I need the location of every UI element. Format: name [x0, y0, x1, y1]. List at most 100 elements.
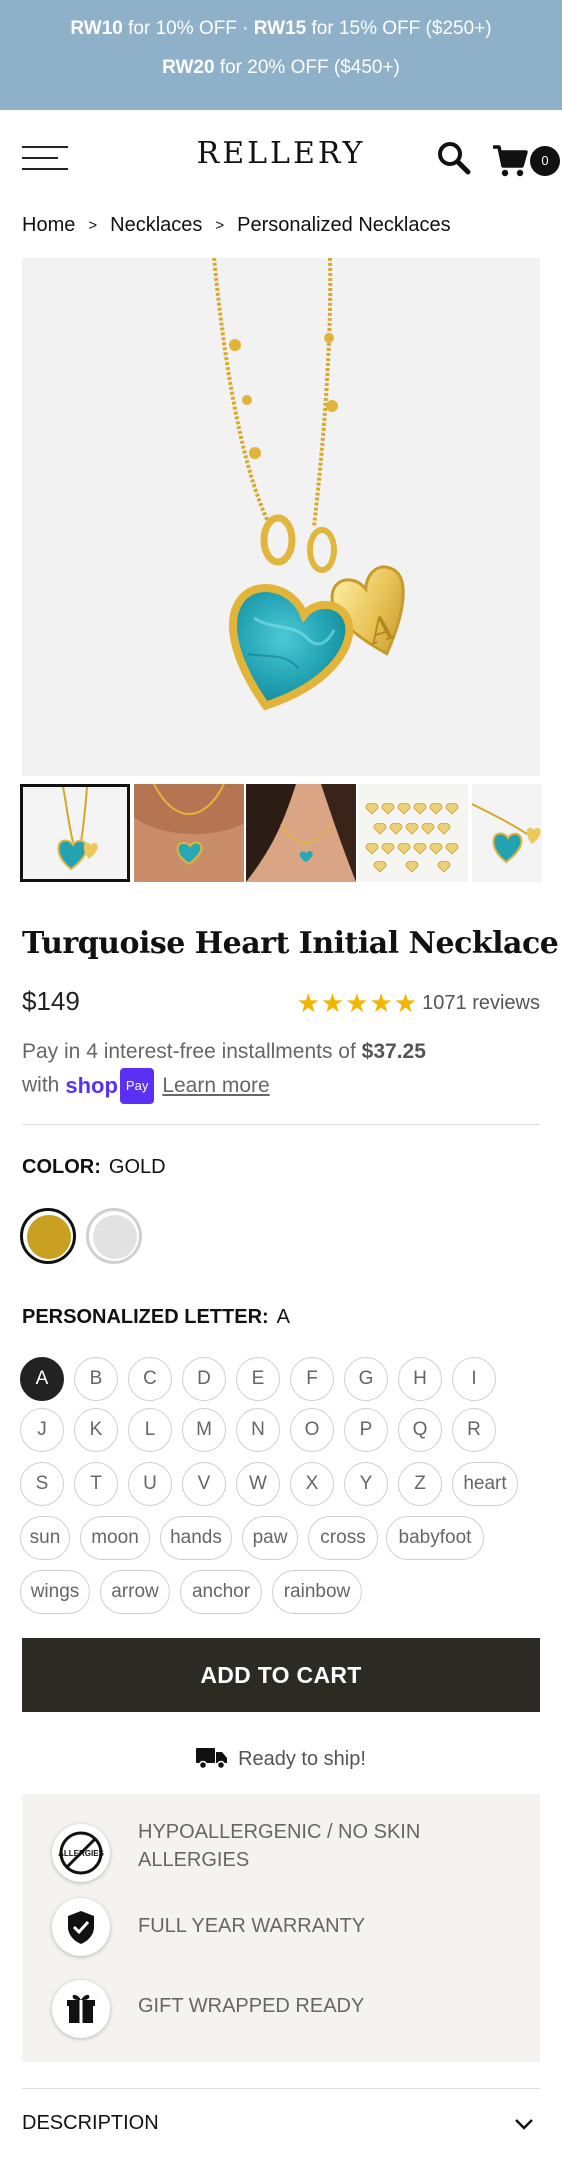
symbol-chip-moon[interactable]: moon [80, 1516, 150, 1560]
letter-chip-z[interactable]: Z [398, 1462, 442, 1506]
symbol-chip-wings[interactable]: wings [20, 1570, 90, 1614]
letter-chip-i[interactable]: I [452, 1357, 496, 1401]
shipping-status: Ready to ship! [0, 1746, 562, 1771]
promo-text: for 15% OFF ($250+) [306, 18, 492, 39]
rating-stars-icon: ★★★★★ [296, 988, 419, 1018]
letter-option-label: PERSONALIZED LETTER: A [22, 1306, 290, 1329]
feature-panel: ALLERGIES HYPOALLERGENIC / NO SKIN ALLERG… [22, 1794, 540, 2062]
shield-check-icon [52, 1898, 110, 1956]
letter-chip-j[interactable]: J [20, 1408, 64, 1452]
breadcrumb-separator: > [88, 217, 98, 234]
promo-code-rw15: RW15 [253, 18, 307, 39]
site-header: RELLERY 0 [0, 110, 562, 202]
letter-chip-d[interactable]: D [182, 1357, 226, 1401]
promo-text: for 20% OFF ($450+) [214, 57, 400, 78]
description-accordion[interactable]: DESCRIPTION [22, 2102, 540, 2146]
promo-line-1: RW10 for 10% OFF · RW15 for 15% OFF ($25… [0, 18, 562, 40]
review-count: 1071 reviews [422, 992, 540, 1014]
thumbnail-strip [20, 784, 542, 882]
color-label: COLOR: [22, 1156, 101, 1178]
breadcrumb-personalized-necklaces[interactable]: Personalized Necklaces [237, 214, 450, 236]
letter-chip-w[interactable]: W [236, 1462, 280, 1506]
letter-chip-n[interactable]: N [236, 1408, 280, 1452]
letter-chip-v[interactable]: V [182, 1462, 226, 1506]
description-label: DESCRIPTION [22, 2112, 159, 2134]
allergies-icon-text: ALLERGIES [58, 1849, 104, 1858]
promo-code-rw20: RW20 [162, 57, 215, 78]
breadcrumb: Home > Necklaces > Personalized Necklaces [22, 214, 451, 237]
letter-chip-h[interactable]: H [398, 1357, 442, 1401]
symbol-chip-babyfoot[interactable]: babyfoot [386, 1516, 484, 1560]
symbol-chip-anchor[interactable]: anchor [180, 1570, 262, 1614]
swatch-silver[interactable] [86, 1208, 142, 1264]
letter-chip-l[interactable]: L [128, 1408, 172, 1452]
symbol-chip-sun[interactable]: sun [20, 1516, 70, 1560]
letter-chip-o[interactable]: O [290, 1408, 334, 1452]
feature-gift-wrapped: GIFT WRAPPED READY [138, 1995, 365, 2017]
feature-hypoallergenic: HYPOALLERGENIC / NO SKIN ALLERGIES [138, 1821, 421, 1871]
letter-chip-y[interactable]: Y [344, 1462, 388, 1506]
letter-chip-f[interactable]: F [290, 1357, 334, 1401]
letter-chip-a[interactable]: A [20, 1357, 64, 1401]
promo-text: for 10% OFF · [122, 18, 254, 39]
letter-chip-t[interactable]: T [74, 1462, 118, 1506]
gift-icon [52, 1980, 110, 2038]
divider [22, 1124, 540, 1125]
symbol-chip-hands[interactable]: hands [160, 1516, 232, 1560]
swatch-gold[interactable] [20, 1208, 76, 1264]
search-icon[interactable] [436, 140, 472, 176]
breadcrumb-necklaces[interactable]: Necklaces [110, 214, 202, 236]
product-main-image[interactable]: A [22, 258, 540, 776]
shop-pay-logo: shop Pay [65, 1068, 155, 1104]
product-price: $149 [22, 986, 80, 1016]
feature-warranty: FULL YEAR WARRANTY [138, 1915, 366, 1937]
breadcrumb-separator: > [215, 217, 225, 234]
symbol-chip-paw[interactable]: paw [242, 1516, 298, 1560]
promo-line-2: RW20 for 20% OFF ($450+) [0, 57, 562, 79]
cart-count-badge: 0 [530, 146, 560, 176]
truck-icon [196, 1748, 228, 1770]
color-selected-value: GOLD [108, 1156, 166, 1178]
symbol-chip-arrow[interactable]: arrow [100, 1570, 170, 1614]
cart-icon[interactable] [492, 144, 528, 178]
letter-chip-c[interactable]: C [128, 1357, 172, 1401]
letter-chip-e[interactable]: E [236, 1357, 280, 1401]
thumbnail-charm-grid[interactable] [358, 784, 468, 882]
allergies-icon: ALLERGIES [52, 1824, 110, 1882]
learn-more-link[interactable]: Learn more [162, 1074, 269, 1097]
promo-banner: RW10 for 10% OFF · RW15 for 15% OFF ($25… [0, 0, 562, 110]
letter-chip-q[interactable]: Q [398, 1408, 442, 1452]
symbol-chip-heart[interactable]: heart [452, 1462, 518, 1506]
shipping-text: Ready to ship! [238, 1748, 366, 1770]
color-option-label: COLOR: GOLD [22, 1156, 166, 1179]
symbol-chip-cross[interactable]: cross [308, 1516, 378, 1560]
promo-code-rw10: RW10 [70, 18, 123, 39]
thumbnail-necklace-detail[interactable] [472, 784, 542, 882]
thumbnail-product[interactable] [20, 784, 130, 882]
installments-with: with [22, 1073, 60, 1097]
thumbnail-model-closeup[interactable] [134, 784, 244, 882]
divider [22, 2088, 540, 2089]
installment-amount: $37.25 [361, 1040, 426, 1063]
breadcrumb-home[interactable]: Home [22, 214, 75, 236]
letter-chip-k[interactable]: K [74, 1408, 118, 1452]
installments-text: Pay in 4 interest-free installments of [22, 1040, 362, 1063]
letter-chip-m[interactable]: M [182, 1408, 226, 1452]
letter-selected-value: A [276, 1306, 291, 1328]
letter-chip-p[interactable]: P [344, 1408, 388, 1452]
shop-pay-installments: Pay in 4 interest-free installments of $… [22, 1036, 542, 1104]
product-title: Turquoise Heart Initial Necklace [22, 926, 559, 961]
letter-chip-x[interactable]: X [290, 1462, 334, 1506]
chevron-down-icon [515, 2119, 533, 2130]
letter-chip-u[interactable]: U [128, 1462, 172, 1506]
letter-chip-b[interactable]: B [74, 1357, 118, 1401]
letter-label: PERSONALIZED LETTER: [22, 1306, 269, 1328]
symbol-chip-rainbow[interactable]: rainbow [272, 1570, 362, 1614]
thumbnail-model-portrait[interactable] [246, 784, 356, 882]
add-to-cart-button[interactable]: ADD TO CART [22, 1638, 540, 1712]
letter-chip-s[interactable]: S [20, 1462, 64, 1506]
letter-chip-r[interactable]: R [452, 1408, 496, 1452]
letter-chip-g[interactable]: G [344, 1357, 388, 1401]
site-logo[interactable]: RELLERY [0, 136, 562, 171]
product-rating[interactable]: ★★★★★ 1071 reviews [297, 988, 540, 1019]
